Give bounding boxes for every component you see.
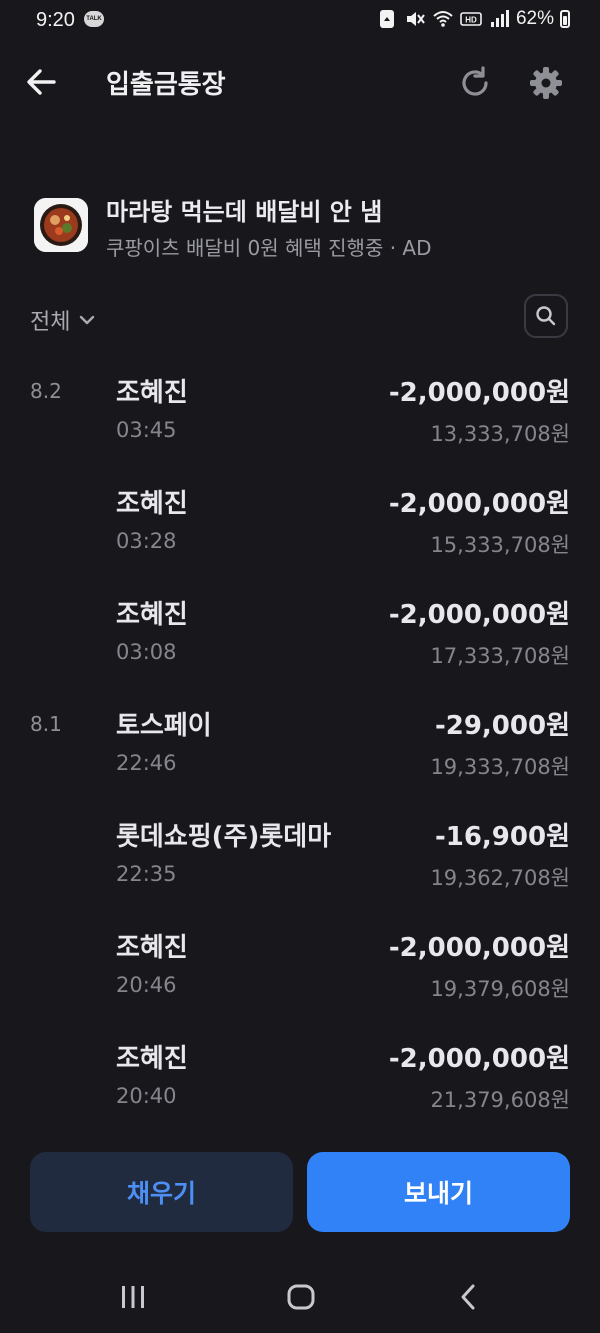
back-chevron-icon <box>461 1284 475 1310</box>
filter-dropdown[interactable]: 전체 <box>30 304 96 336</box>
transaction-amount: -2,000,000원 <box>388 600 570 630</box>
transaction-amount: -2,000,000원 <box>388 489 570 519</box>
transaction-balance: 19,362,708원 <box>430 866 570 890</box>
status-time: 9:20 <box>36 9 75 31</box>
battery-icon <box>560 10 570 28</box>
transaction-name: 조혜진 <box>116 600 188 630</box>
transaction-amount: -2,000,000원 <box>388 378 570 408</box>
transaction-balance: 15,333,708원 <box>430 533 570 557</box>
charge-button[interactable]: 채우기 <box>30 1152 293 1232</box>
app-bar: 입출금통장 <box>0 52 600 112</box>
transaction-name: 조혜진 <box>116 1044 188 1074</box>
transaction-time: 03:08 <box>116 640 177 664</box>
transaction-time: 22:46 <box>116 751 177 775</box>
home-icon <box>287 1284 315 1310</box>
ad-title: 마라탕 먹는데 배달비 안 냄 <box>106 198 383 226</box>
status-bar: 9:20 TALK HD 62% <box>0 0 600 42</box>
refresh-icon[interactable] <box>456 64 494 102</box>
transaction-amount: -29,000원 <box>434 711 570 741</box>
transaction-time: 20:40 <box>116 1084 177 1108</box>
page-title: 입출금통장 <box>106 70 226 100</box>
filter-label: 전체 <box>30 310 71 335</box>
battery-percentage: 62% <box>515 8 554 29</box>
transaction-name: 토스페이 <box>116 711 212 741</box>
transaction-time: 03:45 <box>116 418 177 442</box>
transaction-date: 8.1 <box>30 712 62 736</box>
transaction-balance: 19,379,608원 <box>430 977 570 1001</box>
transaction-balance: 21,379,608원 <box>430 1088 570 1112</box>
gear-icon[interactable] <box>527 64 565 102</box>
signal-icon <box>490 10 509 27</box>
back-button[interactable] <box>444 1274 494 1320</box>
send-button[interactable]: 보내기 <box>307 1152 570 1232</box>
malatang-thumbnail <box>34 198 88 252</box>
transaction-name: 조혜진 <box>116 489 188 519</box>
transaction-amount: -2,000,000원 <box>388 1044 570 1074</box>
ad-subtitle: 쿠팡이츠 배달비 0원 혜택 진행중 · AD <box>106 236 432 260</box>
status-icons: HD 62% <box>376 8 570 30</box>
transaction-row[interactable]: 조혜진 03:08 -2,000,000원 17,333,708원 <box>0 588 600 699</box>
mute-icon <box>406 12 425 26</box>
back-arrow-icon[interactable] <box>22 62 62 102</box>
transaction-name: 조혜진 <box>116 933 188 963</box>
transaction-time: 03:28 <box>116 529 177 553</box>
kakaotalk-notification-icon: TALK <box>84 11 104 27</box>
transaction-list: 8.2 조혜진 03:45 -2,000,000원 13,333,708원 조혜… <box>0 366 600 1143</box>
transaction-row[interactable]: 8.1 토스페이 22:46 -29,000원 19,333,708원 <box>0 699 600 810</box>
search-icon <box>536 306 556 326</box>
ad-banner[interactable]: 마라탕 먹는데 배달비 안 냄 쿠팡이츠 배달비 0원 혜택 진행중 · AD <box>0 190 600 270</box>
transaction-amount: -2,000,000원 <box>388 933 570 963</box>
recent-apps-icon <box>122 1286 144 1308</box>
screen: 9:20 TALK HD 62% 입출금통장 마라탕 먹는데 배달비 안 냄 쿠… <box>0 0 600 1333</box>
transaction-balance: 17,333,708원 <box>430 644 570 668</box>
recent-apps-button[interactable] <box>108 1274 158 1320</box>
transaction-row[interactable]: 조혜진 20:40 -2,000,000원 21,379,608원 <box>0 1032 600 1143</box>
chevron-down-icon <box>80 315 95 325</box>
svg-text:HD: HD <box>465 16 477 25</box>
recycle-icon <box>379 10 394 28</box>
transaction-row[interactable]: 8.2 조혜진 03:45 -2,000,000원 13,333,708원 <box>0 366 600 477</box>
transaction-balance: 13,333,708원 <box>430 422 570 446</box>
transaction-name: 롯데쇼핑(주)롯데마 <box>116 822 332 852</box>
hd-voice-icon: HD <box>460 12 482 26</box>
transaction-name: 조혜진 <box>116 378 188 408</box>
transaction-row[interactable]: 조혜진 20:46 -2,000,000원 19,379,608원 <box>0 921 600 1032</box>
search-button[interactable] <box>524 294 568 338</box>
transaction-row[interactable]: 조혜진 03:28 -2,000,000원 15,333,708원 <box>0 477 600 588</box>
transaction-time: 20:46 <box>116 973 177 997</box>
home-button[interactable] <box>276 1274 326 1320</box>
wifi-icon <box>433 11 453 27</box>
filter-row: 전체 <box>0 292 600 344</box>
transaction-balance: 19,333,708원 <box>430 755 570 779</box>
transaction-time: 22:35 <box>116 862 177 886</box>
transaction-row[interactable]: 롯데쇼핑(주)롯데마 22:35 -16,900원 19,362,708원 <box>0 810 600 921</box>
transaction-date: 8.2 <box>30 379 62 403</box>
system-nav-bar <box>0 1262 600 1332</box>
transaction-amount: -16,900원 <box>434 822 570 852</box>
